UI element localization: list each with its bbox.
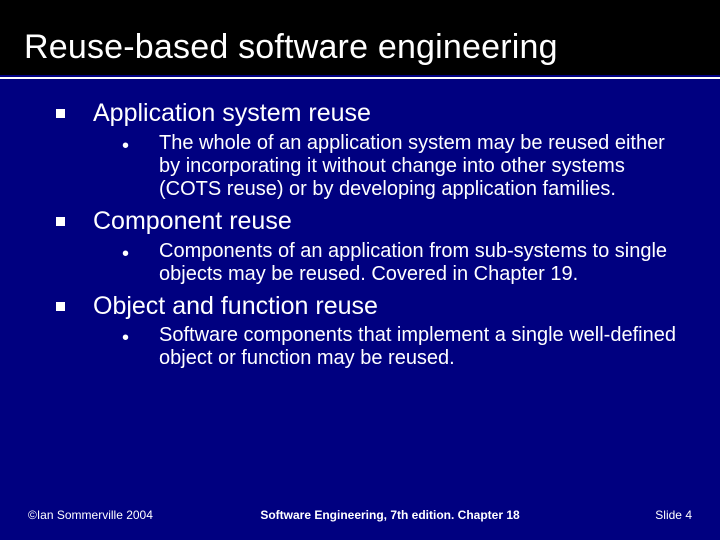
list-item: Application system reuse xyxy=(30,99,690,128)
list-subitem-text: Components of an application from sub-sy… xyxy=(159,240,690,286)
slide-body: Application system reuse • The whole of … xyxy=(0,79,720,370)
square-bullet-icon xyxy=(56,217,65,226)
footer-title: Software Engineering, 7th edition. Chapt… xyxy=(208,508,572,522)
list-subitem: • The whole of an application system may… xyxy=(30,132,690,201)
list-item: Component reuse xyxy=(30,207,690,236)
dot-bullet-icon: • xyxy=(122,328,129,348)
footer-copyright: ©Ian Sommerville 2004 xyxy=(28,508,208,522)
list-item-heading: Component reuse xyxy=(93,207,292,236)
square-bullet-icon xyxy=(56,109,65,118)
list-subitem: • Software components that implement a s… xyxy=(30,324,690,370)
list-item-heading: Object and function reuse xyxy=(93,292,378,321)
slide-footer: ©Ian Sommerville 2004 Software Engineeri… xyxy=(0,508,720,522)
square-bullet-icon xyxy=(56,302,65,311)
list-subitem-text: Software components that implement a sin… xyxy=(159,324,690,370)
list-item: Object and function reuse xyxy=(30,292,690,321)
title-bar: Reuse-based software engineering xyxy=(0,0,720,75)
slide: Reuse-based software engineering Applica… xyxy=(0,0,720,540)
list-item-heading: Application system reuse xyxy=(93,99,371,128)
dot-bullet-icon: • xyxy=(122,244,129,264)
dot-bullet-icon: • xyxy=(122,136,129,156)
list-subitem: • Components of an application from sub-… xyxy=(30,240,690,286)
footer-slide-num: Slide 4 xyxy=(572,508,692,522)
list-subitem-text: The whole of an application system may b… xyxy=(159,132,690,201)
slide-title: Reuse-based software engineering xyxy=(24,28,720,67)
